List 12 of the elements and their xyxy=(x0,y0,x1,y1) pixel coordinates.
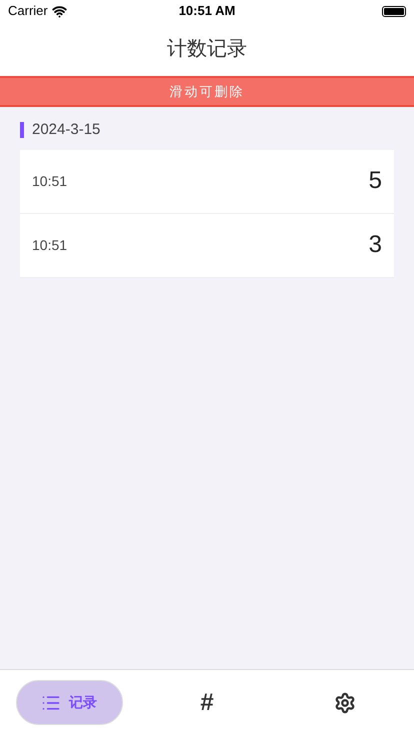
tab-button[interactable]: # xyxy=(177,680,237,725)
swipe-hint-banner: 滑动可删除 xyxy=(0,76,414,107)
record-count: 5 xyxy=(368,166,382,196)
status-time: 10:51 AM xyxy=(178,2,236,20)
record-row[interactable]: 10:51 3 xyxy=(20,214,394,278)
record-row[interactable]: 10:51 5 xyxy=(20,150,394,214)
page-title: 计数记录 xyxy=(167,37,247,62)
record-count: 3 xyxy=(368,230,382,260)
date-heading: 2024-3-15 xyxy=(32,120,100,140)
record-time: 10:51 xyxy=(32,236,68,254)
carrier-label: Carrier xyxy=(8,2,48,20)
record-time: 10:51 xyxy=(32,172,68,190)
